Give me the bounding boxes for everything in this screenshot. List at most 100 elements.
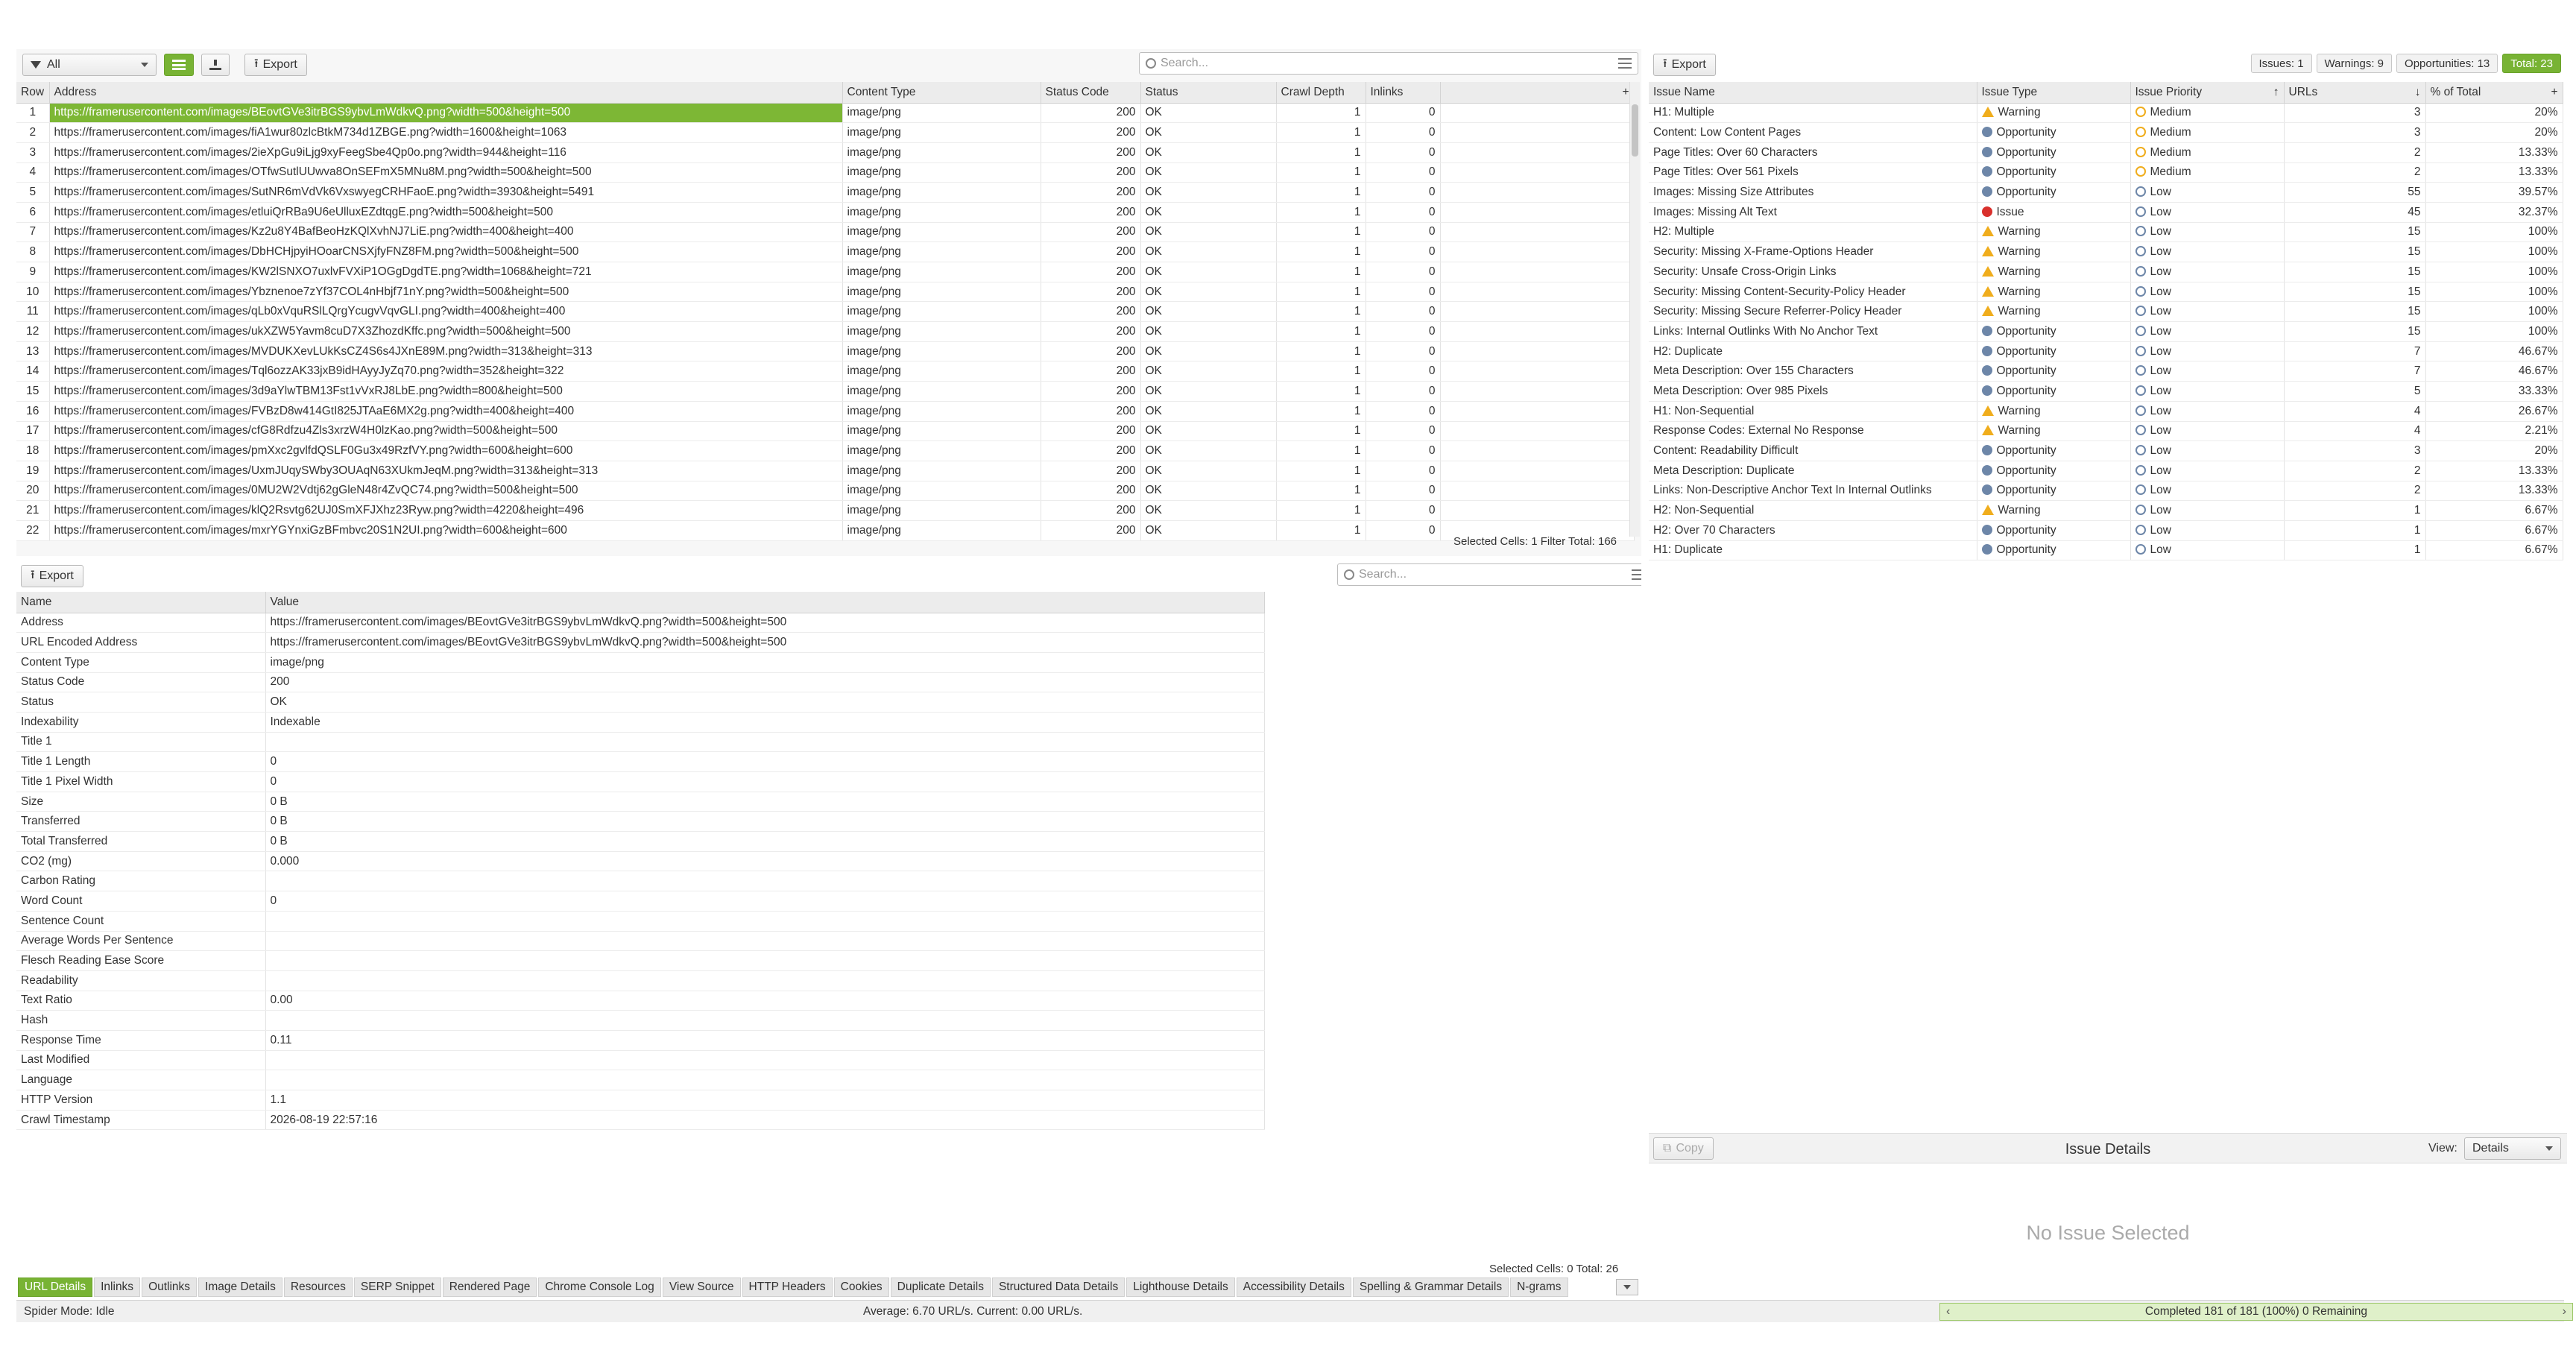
total-count-badge[interactable]: Total: 23	[2502, 54, 2561, 73]
status-code-cell[interactable]: 200	[1041, 301, 1141, 323]
inlinks-cell[interactable]: 0	[1366, 162, 1441, 183]
issue-urls-cell[interactable]: 4	[2284, 421, 2426, 442]
crawl-depth-cell[interactable]: 1	[1276, 122, 1366, 143]
address-cell[interactable]: https://framerusercontent.com/images/qLb…	[49, 301, 843, 323]
issue-priority-cell[interactable]: Low	[2130, 520, 2285, 541]
table-row[interactable]: 16 https://framerusercontent.com/images/F…	[16, 401, 1635, 422]
details-search-input[interactable]	[1359, 568, 1627, 581]
search-options-icon[interactable]	[1632, 569, 1641, 580]
table-row[interactable]: 2 https://framerusercontent.com/images/fi…	[16, 122, 1635, 143]
inlinks-cell[interactable]: 0	[1366, 440, 1441, 461]
status-code-cell[interactable]: 200	[1041, 401, 1141, 422]
crawl-depth-cell[interactable]: 1	[1276, 421, 1366, 442]
status-code-cell[interactable]: 200	[1041, 202, 1141, 223]
issue-urls-cell[interactable]: 55	[2284, 182, 2426, 203]
issue-percent-cell[interactable]: 100%	[2425, 321, 2563, 342]
table-row[interactable]: 13 https://framerusercontent.com/images/M…	[16, 341, 1635, 362]
row-number-cell[interactable]: 17	[16, 421, 50, 442]
table-row[interactable]: 8 https://framerusercontent.com/images/Db…	[16, 241, 1635, 262]
table-row[interactable]: 12 https://framerusercontent.com/images/u…	[16, 321, 1635, 342]
detail-name-cell[interactable]: Status	[16, 692, 266, 713]
issue-name-cell[interactable]: Links: Non-Descriptive Anchor Text In In…	[1649, 481, 1977, 502]
detail-name-cell[interactable]: Response Time	[16, 1030, 266, 1051]
detail-row[interactable]: Crawl Timestamp 2026-08-19 22:57:16	[16, 1110, 1265, 1131]
detail-name-cell[interactable]: Language	[16, 1070, 266, 1090]
issue-type-cell[interactable]: Opportunity	[1977, 122, 2131, 143]
column-header-percent-total[interactable]: % of Total +	[2425, 82, 2563, 104]
detail-row[interactable]: Indexability Indexable	[16, 712, 1265, 733]
row-number-cell[interactable]: 8	[16, 241, 50, 262]
detail-value-cell[interactable]: OK	[265, 692, 1265, 713]
crawl-depth-cell[interactable]: 1	[1276, 142, 1366, 163]
detail-value-cell[interactable]: 0 B	[265, 792, 1265, 812]
detail-value-cell[interactable]: https://framerusercontent.com/images/BEo…	[265, 632, 1265, 653]
detail-name-cell[interactable]: Crawl Timestamp	[16, 1110, 266, 1131]
row-number-cell[interactable]: 5	[16, 182, 50, 203]
status-code-cell[interactable]: 200	[1041, 481, 1141, 502]
address-cell[interactable]: https://framerusercontent.com/images/0MU…	[49, 481, 843, 502]
crawl-depth-cell[interactable]: 1	[1276, 500, 1366, 521]
table-row[interactable]: 15 https://framerusercontent.com/images/3…	[16, 381, 1635, 402]
issue-percent-cell[interactable]: 13.33%	[2425, 461, 2563, 481]
status-cell[interactable]: OK	[1140, 341, 1277, 362]
issue-urls-cell[interactable]: 15	[2284, 282, 2426, 303]
address-cell[interactable]: https://framerusercontent.com/images/2ie…	[49, 142, 843, 163]
detail-value-cell[interactable]	[265, 911, 1265, 932]
issue-type-cell[interactable]: Warning	[1977, 241, 2131, 262]
address-cell[interactable]: https://framerusercontent.com/images/MVD…	[49, 341, 843, 362]
issue-priority-cell[interactable]: Low	[2130, 262, 2285, 282]
status-code-cell[interactable]: 200	[1041, 122, 1141, 143]
content-type-cell[interactable]: image/png	[842, 321, 1041, 342]
address-cell[interactable]: https://framerusercontent.com/images/Ybz…	[49, 282, 843, 303]
issue-name-cell[interactable]: Response Codes: External No Response	[1649, 421, 1977, 442]
tab-n-grams[interactable]: N-grams	[1510, 1278, 1568, 1297]
issue-name-cell[interactable]: Meta Description: Over 985 Pixels	[1649, 381, 1977, 402]
issue-name-cell[interactable]: H2: Multiple	[1649, 222, 1977, 243]
detail-value-cell[interactable]: Indexable	[265, 712, 1265, 733]
content-type-cell[interactable]: image/png	[842, 282, 1041, 303]
tab-rendered-page[interactable]: Rendered Page	[442, 1278, 537, 1297]
detail-name-cell[interactable]: Last Modified	[16, 1050, 266, 1071]
row-number-cell[interactable]: 9	[16, 262, 50, 282]
issue-type-cell[interactable]: Opportunity	[1977, 440, 2131, 461]
row-number-cell[interactable]: 3	[16, 142, 50, 163]
column-header-value[interactable]: Value	[265, 592, 1265, 613]
address-cell[interactable]: https://framerusercontent.com/images/FVB…	[49, 401, 843, 422]
issue-percent-cell[interactable]: 100%	[2425, 301, 2563, 323]
detail-row[interactable]: HTTP Version 1.1	[16, 1090, 1265, 1111]
content-type-cell[interactable]: image/png	[842, 241, 1041, 262]
issue-percent-cell[interactable]: 100%	[2425, 262, 2563, 282]
detail-name-cell[interactable]: URL Encoded Address	[16, 632, 266, 653]
address-cell[interactable]: https://framerusercontent.com/images/DbH…	[49, 241, 843, 262]
details-search-box[interactable]	[1337, 563, 1641, 586]
status-cell[interactable]: OK	[1140, 461, 1277, 481]
address-cell[interactable]: https://framerusercontent.com/images/etl…	[49, 202, 843, 223]
issue-priority-cell[interactable]: Low	[2130, 481, 2285, 502]
issue-urls-cell[interactable]: 3	[2284, 103, 2426, 124]
issue-priority-cell[interactable]: Low	[2130, 540, 2285, 561]
opportunities-count-badge[interactable]: Opportunities: 13	[2396, 54, 2498, 73]
issue-percent-cell[interactable]: 26.67%	[2425, 401, 2563, 422]
address-cell[interactable]: https://framerusercontent.com/images/pmX…	[49, 440, 843, 461]
issue-name-cell[interactable]: Meta Description: Over 155 Characters	[1649, 361, 1977, 382]
status-cell[interactable]: OK	[1140, 222, 1277, 243]
detail-value-cell[interactable]: 1.1	[265, 1090, 1265, 1111]
issue-row[interactable]: Page Titles: Over 561 Pixels Opportunity M…	[1649, 162, 2563, 183]
issue-type-cell[interactable]: Opportunity	[1977, 381, 2131, 402]
status-code-cell[interactable]: 200	[1041, 282, 1141, 303]
issue-percent-cell[interactable]: 6.67%	[2425, 500, 2563, 521]
detail-row[interactable]: Transferred 0 B	[16, 811, 1265, 833]
issue-name-cell[interactable]: H2: Duplicate	[1649, 341, 1977, 362]
warnings-count-badge[interactable]: Warnings: 9	[2316, 54, 2393, 73]
inlinks-cell[interactable]: 0	[1366, 262, 1441, 282]
table-row[interactable]: 19 https://framerusercontent.com/images/U…	[16, 461, 1635, 481]
issue-row[interactable]: Security: Unsafe Cross-Origin Links Warni…	[1649, 262, 2563, 282]
issue-name-cell[interactable]: Content: Low Content Pages	[1649, 122, 1977, 143]
inlinks-cell[interactable]: 0	[1366, 381, 1441, 402]
issue-name-cell[interactable]: Security: Missing X-Frame-Options Header	[1649, 241, 1977, 262]
issue-type-cell[interactable]: Warning	[1977, 262, 2131, 282]
inlinks-cell[interactable]: 0	[1366, 202, 1441, 223]
issue-priority-cell[interactable]: Low	[2130, 301, 2285, 323]
url-table-scrollbar[interactable]	[1629, 82, 1640, 537]
row-number-cell[interactable]: 18	[16, 440, 50, 461]
